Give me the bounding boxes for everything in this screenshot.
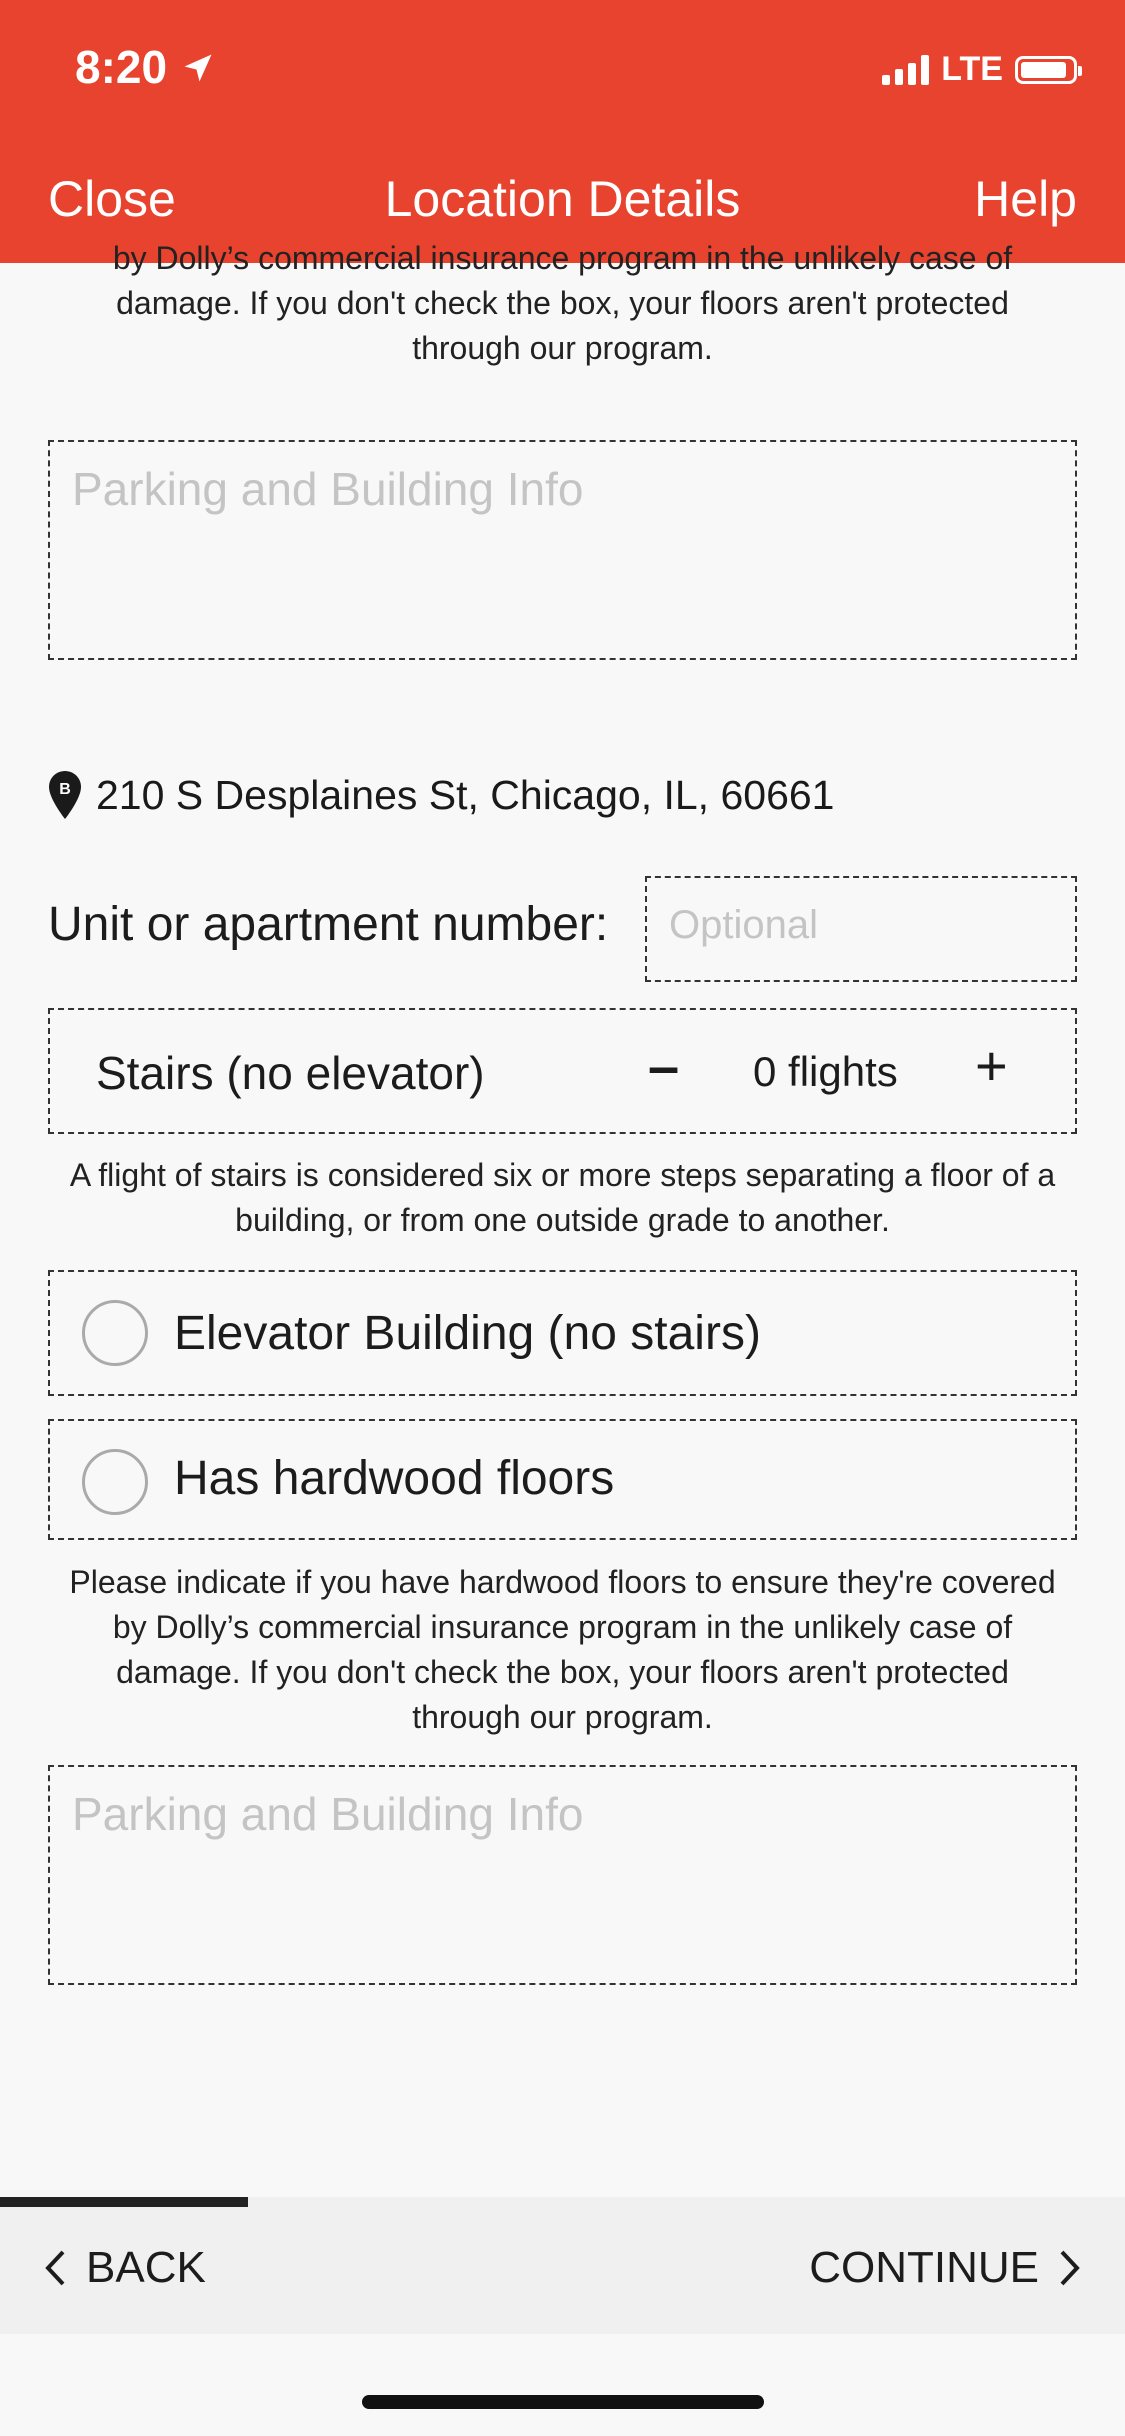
- map-pin-b-icon: B: [49, 771, 81, 819]
- stairs-decrement-button[interactable]: –: [648, 1038, 679, 1094]
- help-button[interactable]: Help: [974, 170, 1077, 228]
- hardwood-hint: Please indicate if you have hardwood flo…: [48, 1560, 1077, 1740]
- hint-line: A flight of stairs is considered six or …: [69, 1157, 1056, 1193]
- hint-line: through our program.: [412, 1699, 713, 1735]
- back-label: BACK: [86, 2243, 206, 2292]
- progress-bar: [0, 2197, 248, 2207]
- svg-text:B: B: [59, 781, 71, 798]
- stairs-stepper: Stairs (no elevator) – 0 flights +: [48, 1008, 1077, 1134]
- continue-label: CONTINUE: [809, 2243, 1039, 2292]
- elevator-building-label: Elevator Building (no stairs): [174, 1307, 761, 1360]
- parking-info-placeholder: Parking and Building Info: [72, 463, 584, 515]
- hardwood-floors-option[interactable]: Has hardwood floors: [48, 1419, 1077, 1540]
- status-indicators: LTE: [882, 50, 1082, 89]
- hardwood-hint-top: by Dolly’s commercial insurance program …: [48, 236, 1077, 371]
- status-time: 8:20: [75, 41, 168, 93]
- chevron-left-icon: [45, 2250, 65, 2286]
- unit-label: Unit or apartment number:: [48, 898, 609, 951]
- close-button[interactable]: Close: [48, 170, 176, 228]
- stairs-increment-button[interactable]: +: [975, 1038, 1008, 1094]
- continue-button[interactable]: CONTINUE: [809, 2243, 1081, 2293]
- back-button[interactable]: BACK: [44, 2243, 206, 2293]
- home-indicator: [362, 2395, 764, 2409]
- radio-button[interactable]: [82, 1449, 148, 1515]
- hardwood-floors-label: Has hardwood floors: [174, 1452, 615, 1505]
- stairs-hint: A flight of stairs is considered six or …: [48, 1153, 1077, 1243]
- parking-info-input-b[interactable]: Parking and Building Info: [48, 1765, 1077, 1985]
- header-bar: 8:20 LTE Close Location Details Help: [0, 0, 1125, 263]
- location-arrow-icon: [184, 54, 212, 82]
- hint-line: building, or from one outside grade to a…: [235, 1202, 890, 1238]
- hint-line: by Dolly’s commercial insurance program …: [112, 240, 1013, 276]
- chevron-right-icon: [1060, 2250, 1080, 2286]
- elevator-building-option[interactable]: Elevator Building (no stairs): [48, 1270, 1077, 1396]
- parking-info-input-a[interactable]: Parking and Building Info: [48, 440, 1077, 660]
- stairs-label: Stairs (no elevator): [96, 1047, 485, 1099]
- stairs-value: 0 flights: [753, 1048, 898, 1095]
- battery-icon: [1015, 55, 1082, 84]
- parking-info-placeholder: Parking and Building Info: [72, 1788, 584, 1840]
- radio-button[interactable]: [82, 1300, 148, 1366]
- signal-icon: [882, 54, 930, 85]
- unit-number-input[interactable]: Optional: [645, 876, 1077, 982]
- hint-line: by Dolly’s commercial insurance program …: [112, 1609, 1013, 1645]
- network-type: LTE: [941, 50, 1003, 88]
- hint-line: through our program.: [412, 330, 713, 366]
- address-text: 210 S Desplaines St, Chicago, IL, 60661: [96, 771, 835, 818]
- address-row: B 210 S Desplaines St, Chicago, IL, 6066…: [48, 770, 834, 820]
- hint-line: Please indicate if you have hardwood flo…: [69, 1564, 1056, 1600]
- hint-line: damage. If you don't check the box, your…: [116, 1654, 1009, 1690]
- unit-number-placeholder: Optional: [669, 903, 818, 947]
- hint-line: damage. If you don't check the box, your…: [116, 285, 1009, 321]
